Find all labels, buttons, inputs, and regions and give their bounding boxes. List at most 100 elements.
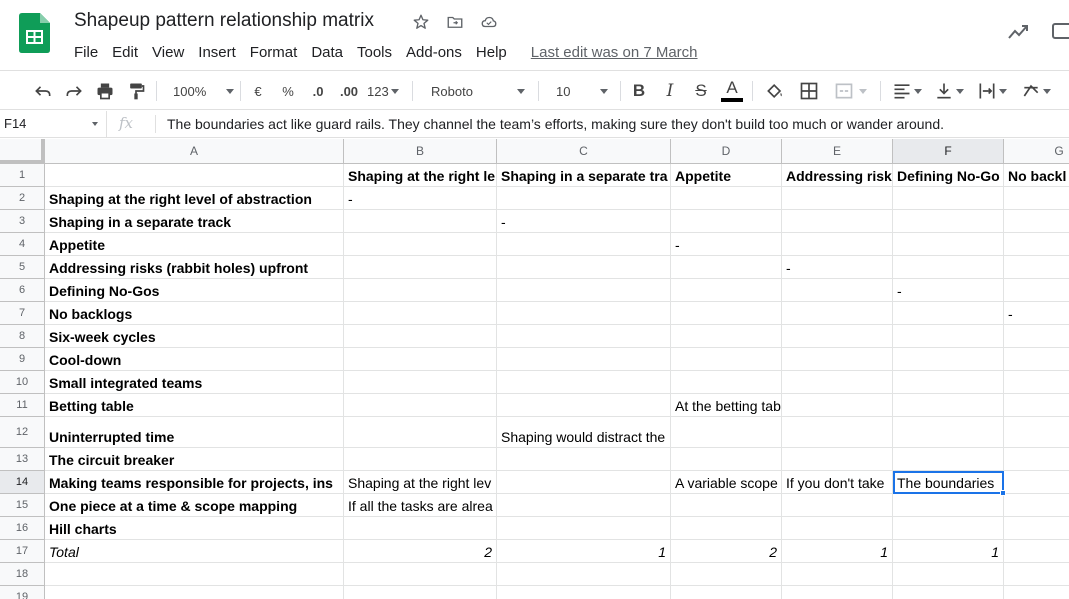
row-header-13[interactable]: 13 bbox=[0, 448, 45, 471]
strikethrough-button[interactable]: S bbox=[690, 79, 712, 103]
last-edit-link[interactable]: Last edit was on 7 March bbox=[531, 44, 698, 61]
cell-c15[interactable] bbox=[497, 494, 671, 517]
cell-g14[interactable] bbox=[1004, 471, 1069, 494]
cell-d8[interactable] bbox=[671, 325, 782, 348]
fill-handle[interactable] bbox=[1000, 490, 1006, 496]
cell-g13[interactable] bbox=[1004, 448, 1069, 471]
cell-e18[interactable] bbox=[782, 563, 893, 586]
cell-a19[interactable] bbox=[45, 586, 344, 599]
cell-g18[interactable] bbox=[1004, 563, 1069, 586]
cell-d13[interactable] bbox=[671, 448, 782, 471]
menu-file[interactable]: File bbox=[67, 42, 105, 63]
cell-g5[interactable] bbox=[1004, 256, 1069, 279]
cell-f8[interactable] bbox=[893, 325, 1004, 348]
cell-c8[interactable] bbox=[497, 325, 671, 348]
cell-b8[interactable] bbox=[344, 325, 497, 348]
cell-c4[interactable] bbox=[497, 233, 671, 256]
star-icon[interactable] bbox=[411, 12, 431, 32]
bold-button[interactable]: B bbox=[628, 79, 650, 103]
cell-f16[interactable] bbox=[893, 517, 1004, 540]
cell-e2[interactable] bbox=[782, 187, 893, 210]
cell-d17[interactable]: 2 bbox=[671, 540, 782, 563]
cell-b1[interactable]: Shaping at the right le bbox=[344, 164, 497, 187]
cell-a7[interactable]: No backlogs bbox=[45, 302, 344, 325]
move-folder-icon[interactable] bbox=[445, 12, 465, 32]
document-title[interactable]: Shapeup pattern relationship matrix bbox=[74, 10, 374, 32]
cell-d12[interactable] bbox=[671, 417, 782, 448]
cell-e10[interactable] bbox=[782, 371, 893, 394]
cell-f4[interactable] bbox=[893, 233, 1004, 256]
cell-c14[interactable] bbox=[497, 471, 671, 494]
cell-d9[interactable] bbox=[671, 348, 782, 371]
name-box-dropdown-icon[interactable] bbox=[92, 122, 98, 126]
cell-e8[interactable] bbox=[782, 325, 893, 348]
cell-a11[interactable]: Betting table bbox=[45, 394, 344, 417]
cell-g6[interactable] bbox=[1004, 279, 1069, 302]
cell-e19[interactable] bbox=[782, 586, 893, 599]
row-header-1[interactable]: 1 bbox=[0, 164, 45, 187]
cell-g19[interactable] bbox=[1004, 586, 1069, 599]
cell-d1[interactable]: Appetite bbox=[671, 164, 782, 187]
comments-icon[interactable] bbox=[1050, 20, 1069, 44]
italic-button[interactable]: I bbox=[659, 79, 681, 103]
menu-insert[interactable]: Insert bbox=[191, 42, 243, 63]
cell-a13[interactable]: The circuit breaker bbox=[45, 448, 344, 471]
text-color-button[interactable]: A bbox=[720, 79, 744, 103]
cell-d10[interactable] bbox=[671, 371, 782, 394]
cell-b15[interactable]: If all the tasks are alrea bbox=[344, 494, 497, 517]
cell-f3[interactable] bbox=[893, 210, 1004, 233]
cell-f6[interactable]: - bbox=[893, 279, 1004, 302]
cell-c18[interactable] bbox=[497, 563, 671, 586]
menu-view[interactable]: View bbox=[145, 42, 191, 63]
cell-f2[interactable] bbox=[893, 187, 1004, 210]
menu-data[interactable]: Data bbox=[304, 42, 350, 63]
cell-g9[interactable] bbox=[1004, 348, 1069, 371]
column-header-d[interactable]: D bbox=[671, 139, 782, 164]
cell-c12[interactable]: Shaping would distract the bbox=[497, 417, 671, 448]
row-header-4[interactable]: 4 bbox=[0, 233, 45, 256]
cell-f13[interactable] bbox=[893, 448, 1004, 471]
cell-g17[interactable] bbox=[1004, 540, 1069, 563]
cell-f5[interactable] bbox=[893, 256, 1004, 279]
cell-c5[interactable] bbox=[497, 256, 671, 279]
row-header-14[interactable]: 14 bbox=[0, 471, 45, 494]
cell-c9[interactable] bbox=[497, 348, 671, 371]
row-header-9[interactable]: 9 bbox=[0, 348, 45, 371]
column-header-e[interactable]: E bbox=[782, 139, 893, 164]
cell-e11[interactable] bbox=[782, 394, 893, 417]
zoom-select[interactable]: 100% bbox=[166, 79, 235, 103]
cell-g15[interactable] bbox=[1004, 494, 1069, 517]
cell-g16[interactable] bbox=[1004, 517, 1069, 540]
cell-g8[interactable] bbox=[1004, 325, 1069, 348]
cell-b18[interactable] bbox=[344, 563, 497, 586]
cell-b19[interactable] bbox=[344, 586, 497, 599]
cell-c1[interactable]: Shaping in a separate tra bbox=[497, 164, 671, 187]
cell-f19[interactable] bbox=[893, 586, 1004, 599]
cell-b5[interactable] bbox=[344, 256, 497, 279]
row-header-16[interactable]: 16 bbox=[0, 517, 45, 540]
row-header-3[interactable]: 3 bbox=[0, 210, 45, 233]
cell-f15[interactable] bbox=[893, 494, 1004, 517]
cell-g10[interactable] bbox=[1004, 371, 1069, 394]
cell-e17[interactable]: 1 bbox=[782, 540, 893, 563]
cell-e1[interactable]: Addressing risk bbox=[782, 164, 893, 187]
format-percent-button[interactable]: % bbox=[278, 79, 298, 103]
cell-d14[interactable]: A variable scope bbox=[671, 471, 782, 494]
row-header-10[interactable]: 10 bbox=[0, 371, 45, 394]
cell-b7[interactable] bbox=[344, 302, 497, 325]
cell-a4[interactable]: Appetite bbox=[45, 233, 344, 256]
menu-help[interactable]: Help bbox=[469, 42, 514, 63]
font-family-select[interactable]: Roboto bbox=[424, 79, 530, 103]
font-size-select[interactable]: 10 bbox=[548, 79, 612, 103]
borders-icon[interactable] bbox=[796, 79, 822, 103]
row-header-17[interactable]: 17 bbox=[0, 540, 45, 563]
print-icon[interactable] bbox=[92, 79, 118, 103]
horizontal-align-icon[interactable] bbox=[888, 79, 926, 103]
formula-input[interactable]: The boundaries act like guard rails. The… bbox=[167, 116, 944, 132]
cell-b10[interactable] bbox=[344, 371, 497, 394]
menu-add-ons[interactable]: Add-ons bbox=[399, 42, 469, 63]
cell-d7[interactable] bbox=[671, 302, 782, 325]
cell-e3[interactable] bbox=[782, 210, 893, 233]
cell-c16[interactable] bbox=[497, 517, 671, 540]
cell-a5[interactable]: Addressing risks (rabbit holes) upfront bbox=[45, 256, 344, 279]
